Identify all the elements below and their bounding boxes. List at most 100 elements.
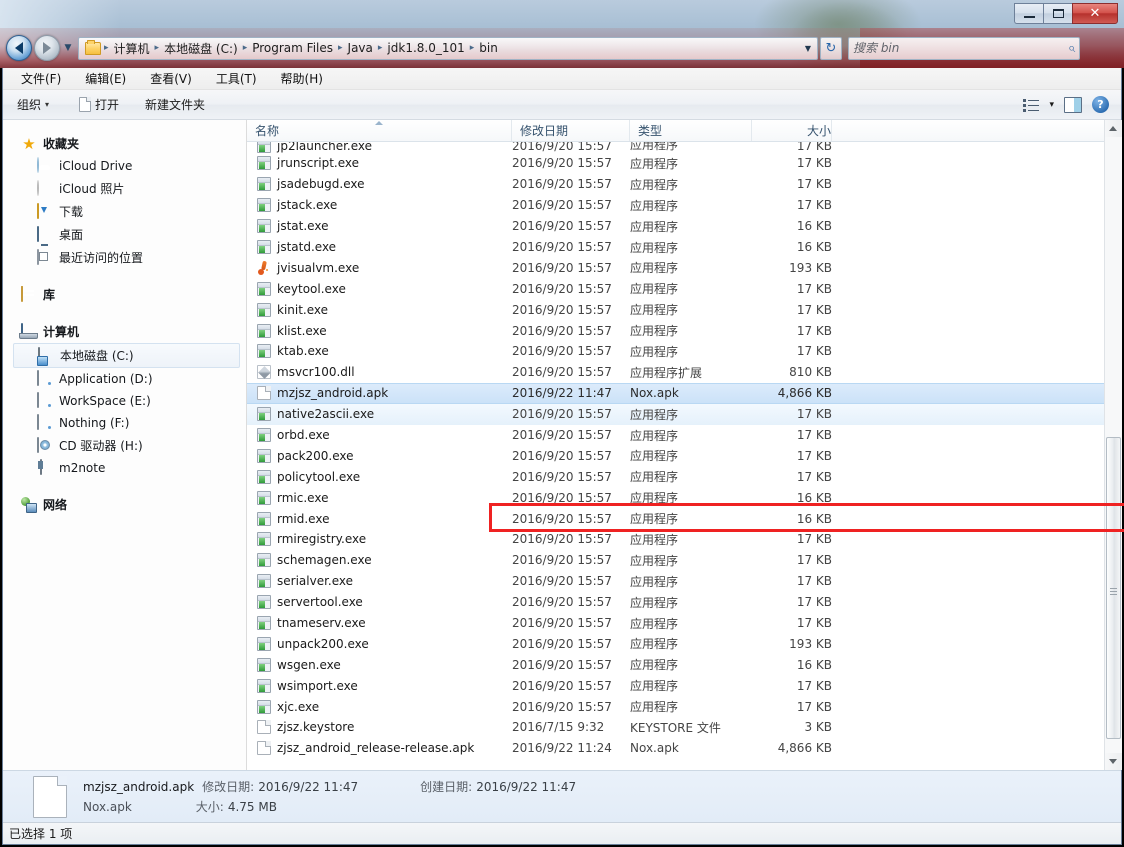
close-button[interactable]: ✕ [1072,3,1118,24]
sidebar-item-workspace-e[interactable]: WorkSpace (E:) [3,390,246,412]
scroll-up-button[interactable] [1104,120,1122,137]
scroll-down-button[interactable] [1104,753,1122,770]
exe-icon [257,344,271,359]
refresh-icon[interactable]: ↻ [820,36,842,60]
table-row[interactable]: jvisualvm.exe 2016/9/20 15:57 应用程序 193 KB [247,257,1104,278]
menu-edit[interactable]: 编辑(E) [81,69,130,88]
cell-type: 应用程序 [630,658,679,673]
sidebar-item-icloud-drive[interactable]: iCloud Drive [3,155,246,177]
column-header-name[interactable]: 名称 [247,120,512,141]
table-row[interactable]: tnameserv.exe 2016/9/20 15:57 应用程序 17 KB [247,613,1104,634]
breadcrumb-item-computer[interactable]: 计算机 [110,39,154,58]
table-row[interactable]: kinit.exe 2016/9/20 15:57 应用程序 17 KB [247,299,1104,320]
drive-icon [37,414,39,430]
cell-date: 2016/9/22 11:24 [512,741,612,756]
sidebar-item-nothing-f[interactable]: Nothing (F:) [3,412,246,434]
column-header-label: 类型 [638,124,663,138]
table-row[interactable]: xjc.exe 2016/9/20 15:57 应用程序 17 KB [247,696,1104,717]
preview-pane-icon[interactable] [1064,96,1082,113]
column-header-type[interactable]: 类型 [630,120,752,141]
table-row[interactable]: unpack200.exe 2016/9/20 15:57 应用程序 193 KB [247,633,1104,654]
address-bar[interactable]: ▸ 计算机 ▸ 本地磁盘 (C:) ▸ Program Files ▸ Java… [78,36,818,60]
search-box[interactable]: ⌕ [848,36,1080,60]
table-row[interactable]: servertool.exe 2016/9/20 15:57 应用程序 17 KB [247,592,1104,613]
table-row[interactable]: ktab.exe 2016/9/20 15:57 应用程序 17 KB [247,341,1104,362]
address-dropdown-icon[interactable]: ▼ [799,38,817,59]
cell-size: 17 KB [796,156,832,171]
file-rows[interactable]: jp2launcher.exe 2016/9/20 15:57 应用程序 17 KB j… [247,142,1104,770]
recent-locations-dropdown-icon[interactable]: ▼ [61,43,75,53]
cell-name: mzjsz_android.apk [247,386,512,401]
breadcrumb-item-jdk[interactable]: jdk1.8.0_101 [383,40,468,56]
sidebar-item-desktop[interactable]: 桌面 [3,223,246,246]
cell-type: 应用程序 [630,261,679,276]
table-row[interactable]: klist.exe 2016/9/20 15:57 应用程序 17 KB [247,320,1104,341]
table-row[interactable]: zjsz_android_release-release.apk 2016/9/2… [247,738,1104,759]
table-row[interactable]: schemagen.exe 2016/9/20 15:57 应用程序 17 KB [247,550,1104,571]
table-row[interactable]: jstatd.exe 2016/9/20 15:57 应用程序 16 KB [247,237,1104,258]
table-row[interactable]: rmid.exe 2016/9/20 15:57 应用程序 16 KB [247,508,1104,529]
back-button[interactable] [6,35,32,61]
scrollbar-thumb[interactable] [1105,437,1121,739]
organize-button[interactable]: 组织 ▾ [9,93,57,116]
minimize-button[interactable] [1014,3,1043,24]
table-row[interactable]: wsgen.exe 2016/9/20 15:57 应用程序 16 KB [247,654,1104,675]
breadcrumb-item-java[interactable]: Java [344,40,377,56]
cell-date: 2016/9/20 15:57 [512,198,612,213]
sidebar-item-m2note[interactable]: m2note [3,457,246,479]
new-folder-button[interactable]: 新建文件夹 [137,93,213,116]
sidebar-item-application-d[interactable]: Application (D:) [3,368,246,390]
breadcrumb-item-programfiles[interactable]: Program Files [248,40,337,56]
change-view-icon[interactable] [1023,98,1040,112]
table-row[interactable]: native2ascii.exe 2016/9/20 15:57 应用程序 17 KB [247,403,1104,425]
search-input[interactable] [853,41,1068,55]
view-dropdown-icon[interactable]: ▾ [1049,100,1054,110]
table-row[interactable]: pack200.exe 2016/9/20 15:57 应用程序 17 KB [247,445,1104,466]
table-row[interactable]: mzjsz_android.apk 2016/9/22 11:47 Nox.apk 4… [247,382,1104,404]
file-name: schemagen.exe [277,553,372,568]
table-row[interactable]: wsimport.exe 2016/9/20 15:57 应用程序 17 KB [247,675,1104,696]
sidebar-item-label: 桌面 [59,228,84,242]
scrollbar-track[interactable] [1104,137,1122,753]
help-icon[interactable]: ? [1092,96,1109,113]
nav-group-network[interactable]: 网络 [3,493,246,516]
nav-group-computer[interactable]: 计算机 [3,320,246,343]
sidebar-item-downloads[interactable]: 下载 [3,200,246,223]
sidebar-item-icloud-photos[interactable]: iCloud 照片 [3,177,246,200]
table-row[interactable]: jsadebugd.exe 2016/9/20 15:57 应用程序 17 KB [247,174,1104,195]
cell-date: 2016/9/20 15:57 [512,240,612,254]
open-button[interactable]: 打开 [71,93,127,116]
vertical-scrollbar[interactable] [1104,120,1122,770]
cell-size: 17 KB [796,344,832,359]
maximize-button[interactable] [1043,3,1072,24]
table-row[interactable]: serialver.exe 2016/9/20 15:57 应用程序 17 KB [247,571,1104,592]
table-row[interactable]: jp2launcher.exe 2016/9/20 15:57 应用程序 17 KB [247,142,1104,153]
nav-group-label: 收藏夹 [43,137,80,151]
column-header-date[interactable]: 修改日期 [512,120,630,141]
breadcrumb-item-drive[interactable]: 本地磁盘 (C:) [160,39,242,58]
menu-help[interactable]: 帮助(H) [277,69,327,88]
nav-group-libraries[interactable]: 库 [3,283,246,306]
table-row[interactable]: rmic.exe 2016/9/20 15:57 应用程序 16 KB [247,487,1104,508]
sidebar-item-recent-places[interactable]: 最近访问的位置 [3,246,246,269]
column-header-size[interactable]: 大小 [752,120,832,141]
menu-tools[interactable]: 工具(T) [212,69,261,88]
table-row[interactable]: zjsz.keystore 2016/7/15 9:32 KEYSTORE 文件 3 … [247,717,1104,738]
table-row[interactable]: msvcr100.dll 2016/9/20 15:57 应用程序扩展 810 KB [247,362,1104,383]
table-row[interactable]: orbd.exe 2016/9/20 15:57 应用程序 17 KB [247,425,1104,446]
menu-file[interactable]: 文件(F) [17,69,65,88]
forward-button[interactable] [34,35,60,61]
table-row[interactable]: policytool.exe 2016/9/20 15:57 应用程序 17 KB [247,466,1104,487]
breadcrumb-item-bin[interactable]: bin [475,40,502,56]
table-row[interactable]: rmiregistry.exe 2016/9/20 15:57 应用程序 17 KB [247,529,1104,550]
table-row[interactable]: jstat.exe 2016/9/20 15:57 应用程序 16 KB [247,216,1104,237]
table-row[interactable]: jstack.exe 2016/9/20 15:57 应用程序 17 KB [247,195,1104,216]
table-row[interactable]: jrunscript.exe 2016/9/20 15:57 应用程序 17 KB [247,153,1104,174]
explorer-body: ★ 收藏夹 iCloud Drive iCloud 照片 下载 桌面 最近访问的… [3,120,1124,770]
file-name: msvcr100.dll [277,365,355,380]
sidebar-item-cd-drive-h[interactable]: CD 驱动器 (H:) [3,434,246,457]
nav-group-favorites[interactable]: ★ 收藏夹 [3,132,246,155]
table-row[interactable]: keytool.exe 2016/9/20 15:57 应用程序 17 KB [247,278,1104,299]
sidebar-item-local-disk-c[interactable]: 本地磁盘 (C:) [13,343,240,368]
menu-view[interactable]: 查看(V) [146,69,196,88]
